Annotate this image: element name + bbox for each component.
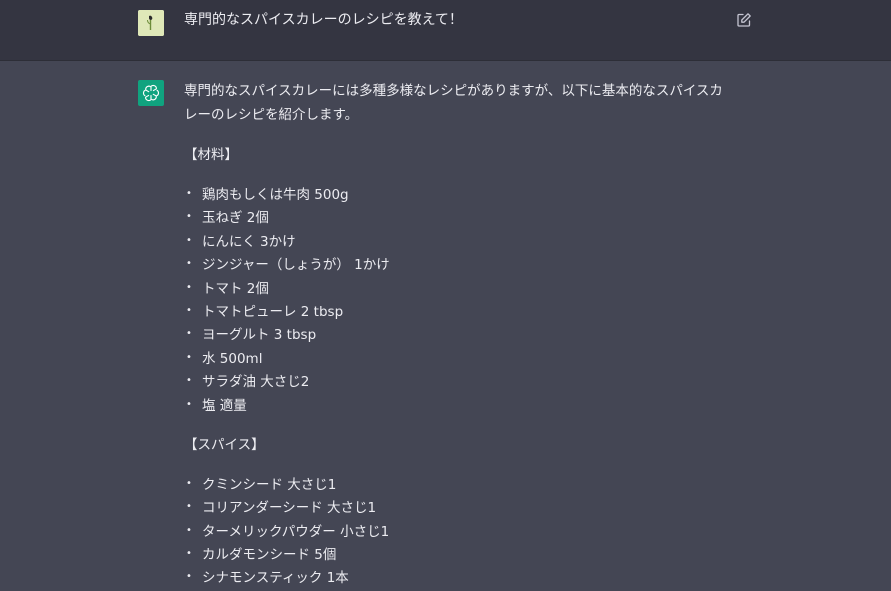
list-item: カルダモンシード 5個 <box>184 542 724 567</box>
list-item: 水 500ml <box>184 346 724 371</box>
list-item: トマト 2個 <box>184 276 724 301</box>
list-item: コリアンダーシード 大さじ1 <box>184 495 724 520</box>
list-item: 塩 適量 <box>184 392 724 418</box>
list-item: サラダ油 大さじ2 <box>184 369 724 394</box>
list-item: 鶏肉もしくは牛肉 500g <box>184 182 724 207</box>
list-item: ヨーグルト 3 tbsp <box>184 322 724 347</box>
spices-list: クミンシード 大さじ1 コリアンダーシード 大さじ1 ターメリックパウダー 小さ… <box>184 472 724 591</box>
user-avatar-image <box>138 10 164 36</box>
list-item: クミンシード 大さじ1 <box>184 472 724 497</box>
list-item: トマトピューレ 2 tbsp <box>184 299 724 324</box>
list-item: ジンジャー（しょうが） 1かけ <box>184 252 724 277</box>
list-item: シナモンスティック 1本 <box>184 565 724 590</box>
user-avatar <box>138 10 164 36</box>
edit-message-button[interactable] <box>736 12 752 28</box>
assistant-message-content: 専門的なスパイスカレーには多種多様なレシピがありますが、以下に基本的なスパイスカ… <box>184 80 724 591</box>
section-heading-ingredients: 【材料】 <box>184 147 238 163</box>
assistant-avatar <box>138 80 164 106</box>
user-message-text: 専門的なスパイスカレーのレシピを教えて！ <box>184 12 463 28</box>
section-heading-spices: 【スパイス】 <box>184 436 265 453</box>
user-message-row: 専門的なスパイスカレーのレシピを教えて！ <box>0 0 891 61</box>
assistant-intro-text: 専門的なスパイスカレーには多種多様なレシピがありますが、以下に基本的なスパイスカ… <box>184 83 723 123</box>
openai-logo-icon <box>142 84 160 102</box>
list-item: ターメリックパウダー 小さじ1 <box>184 519 724 544</box>
ingredients-list: 鶏肉もしくは牛肉 500g 玉ねぎ 2個 にんにく 3かけ ジンジャー（しょうが… <box>184 182 724 418</box>
assistant-message-row: 専門的なスパイスカレーには多種多様なレシピがありますが、以下に基本的なスパイスカ… <box>0 61 891 591</box>
list-item: にんにく 3かけ <box>184 229 724 254</box>
list-item: 玉ねぎ 2個 <box>184 205 724 230</box>
edit-icon <box>737 13 751 27</box>
